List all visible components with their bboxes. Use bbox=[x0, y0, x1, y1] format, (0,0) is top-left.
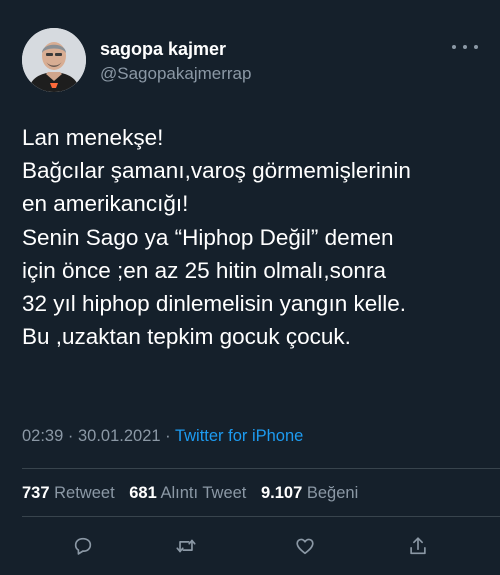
retweet-stat[interactable]: 737 Retweet bbox=[22, 484, 115, 502]
tweet-time[interactable]: 02:39 bbox=[22, 427, 63, 445]
action-bar bbox=[0, 533, 500, 559]
like-count: 9.107 bbox=[260, 484, 303, 502]
tweet-meta: 02:39 · 30.01.2021 · Twitter for iPhone bbox=[22, 427, 303, 446]
tweet-line: Lan menekşe! bbox=[22, 125, 164, 150]
retweet-button[interactable] bbox=[173, 533, 199, 559]
quote-label: Alıntı Tweet bbox=[160, 484, 247, 502]
divider bbox=[22, 468, 500, 469]
share-button[interactable] bbox=[405, 533, 431, 559]
tweet-stats: 737 Retweet 681 Alıntı Tweet 9.107 Beğen… bbox=[22, 484, 368, 503]
tweet-card: sagopa kajmer @Sagopakajmerrap Lan menek… bbox=[0, 0, 500, 575]
tweet-line: için önce ;en az 25 hitin olmalı,sonra bbox=[22, 257, 386, 283]
tweet-line: en amerikancığı! bbox=[22, 191, 189, 217]
tweet-line: Bağcılar şamanı,varoş görmemişlerinin bbox=[22, 158, 411, 184]
avatar-image bbox=[22, 28, 86, 92]
quote-stat[interactable]: 681 Alıntı Tweet bbox=[129, 484, 246, 502]
meta-separator: · bbox=[160, 427, 175, 445]
divider bbox=[22, 516, 500, 517]
like-label: Beğeni bbox=[306, 484, 359, 502]
reply-icon bbox=[74, 537, 92, 555]
avatar[interactable] bbox=[22, 28, 86, 92]
retweet-count: 737 bbox=[22, 484, 50, 502]
more-horizontal-icon[interactable] bbox=[452, 40, 478, 54]
tweet-text: Lan menekşe! Bağcılar şamanı,varoş görme… bbox=[22, 121, 492, 353]
author-name[interactable]: sagopa kajmer bbox=[100, 39, 226, 60]
retweet-label: Retweet bbox=[54, 484, 115, 502]
reply-button[interactable] bbox=[70, 533, 96, 559]
retweet-icon bbox=[176, 539, 196, 553]
quote-count: 681 bbox=[129, 484, 157, 502]
like-button[interactable] bbox=[292, 533, 318, 559]
tweet-line: Bu ,uzaktan tepkim gocuk çocuk. bbox=[22, 324, 351, 350]
author-handle[interactable]: @Sagopakajmerrap bbox=[100, 64, 251, 84]
tweet-date[interactable]: 30.01.2021 bbox=[78, 427, 161, 445]
tweet-line: 32 yıl hiphop dinlemelisin yangın kelle. bbox=[22, 291, 406, 317]
meta-separator: · bbox=[63, 427, 78, 445]
like-stat[interactable]: 9.107 Beğeni bbox=[261, 484, 358, 502]
tweet-line: Senin Sago ya “Hiphop Değil” demen bbox=[22, 224, 394, 250]
tweet-source-link[interactable]: Twitter for iPhone bbox=[175, 427, 303, 445]
more-dot bbox=[463, 45, 467, 49]
more-dot bbox=[474, 45, 478, 49]
share-icon bbox=[410, 537, 426, 555]
more-dot bbox=[452, 45, 456, 49]
heart-icon bbox=[296, 538, 314, 555]
